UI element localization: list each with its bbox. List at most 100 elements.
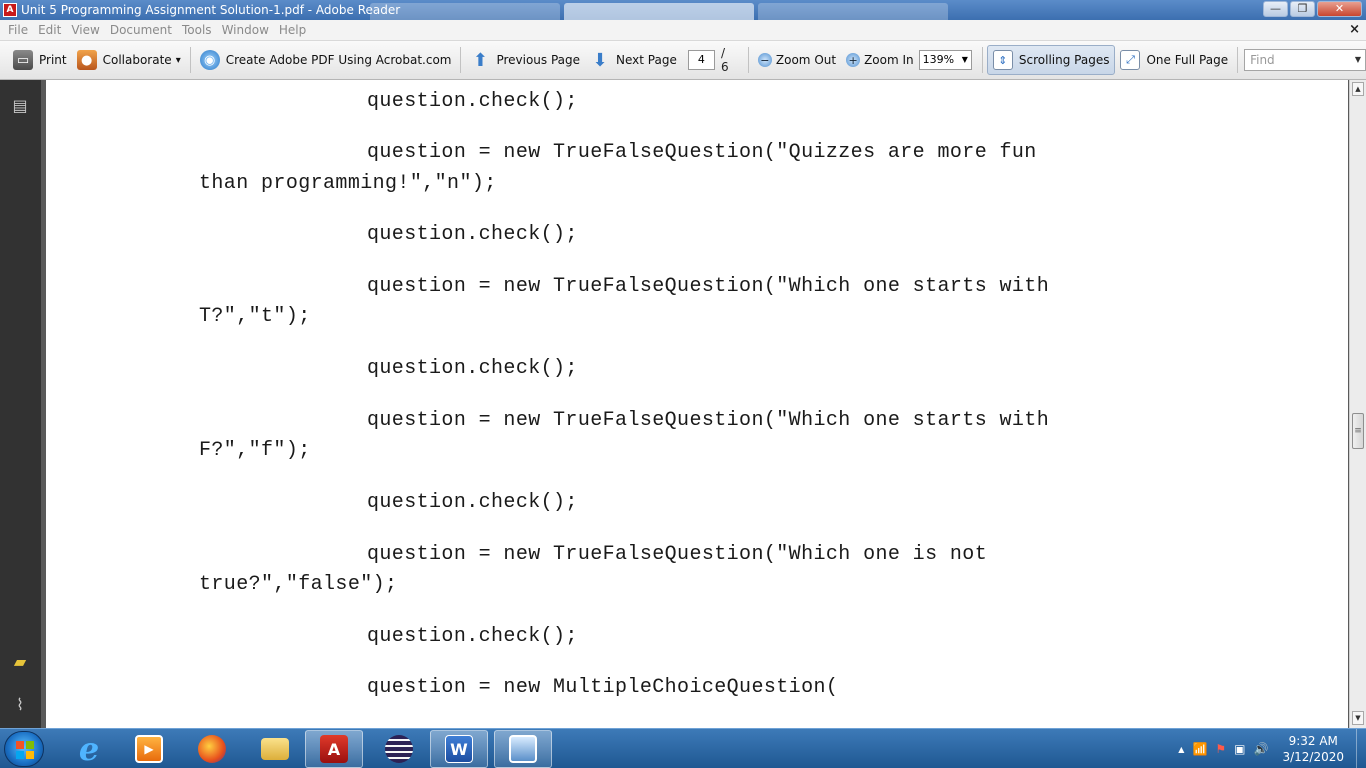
word-icon: W <box>445 735 473 763</box>
one-full-page-icon: ⤢ <box>1120 50 1141 70</box>
page-number-input[interactable]: 4 <box>687 50 715 70</box>
code-line: than programming!","n"); <box>199 172 497 195</box>
scrolling-pages-icon: ⇕ <box>992 50 1013 70</box>
code-line: question = new TrueFalseQuestion("Which … <box>367 275 1050 298</box>
taskbar-eclipse[interactable] <box>370 730 428 768</box>
menu-view[interactable]: View <box>71 23 99 37</box>
action-center-icon[interactable]: ⚑ <box>1215 742 1226 756</box>
window-title: Unit 5 Programming Assignment Solution-1… <box>21 3 401 17</box>
previous-page-button[interactable]: ⬆ Previous Page <box>465 45 585 75</box>
chevron-down-icon: ▾ <box>175 54 181 66</box>
clock[interactable]: 9:32 AM 3/12/2020 <box>1282 733 1344 765</box>
printer-icon: ▭ <box>13 50 33 70</box>
code-line: question = new MultipleChoiceQuestion( <box>367 676 839 699</box>
collaborate-icon: ● <box>76 50 97 70</box>
zoom-out-button[interactable]: − Zoom Out <box>753 45 841 75</box>
code-line: question = new TrueFalseQuestion("Quizze… <box>367 141 1037 164</box>
zoom-in-label: Zoom In <box>864 53 914 67</box>
taskbar-adobe-reader[interactable]: A <box>305 730 363 768</box>
one-full-page-label: One Full Page <box>1146 53 1229 67</box>
zoom-in-button[interactable]: + Zoom In <box>841 45 919 75</box>
windows-logo-icon <box>16 741 34 759</box>
internet-explorer-icon: e <box>78 730 100 768</box>
show-desktop-button[interactable] <box>1356 729 1366 768</box>
taskbar-microsoft-word[interactable]: W <box>430 730 488 768</box>
menu-edit[interactable]: Edit <box>38 23 61 37</box>
window-controls: — ❐ ✕ <box>1263 1 1362 17</box>
folder-icon <box>261 738 289 760</box>
chevron-down-icon: ▼ <box>961 55 968 64</box>
arrow-up-icon: ⬆ <box>472 49 488 71</box>
network-signal-icon[interactable]: 📶 <box>1192 742 1207 756</box>
collaborate-label: Collaborate <box>102 53 172 67</box>
taskbar-image-viewer[interactable] <box>494 730 552 768</box>
zoom-in-icon: + <box>846 53 861 67</box>
comments-icon[interactable]: ▰ <box>10 650 30 672</box>
code-line: question.check(); <box>367 625 578 648</box>
scroll-up-arrow[interactable]: ▲ <box>1352 82 1364 96</box>
create-pdf-button[interactable]: ◉ Create Adobe PDF Using Acrobat.com <box>195 45 457 75</box>
acrobat-com-icon: ◉ <box>199 50 220 70</box>
code-line: question.check(); <box>367 90 578 113</box>
adobe-reader-icon: A <box>320 735 348 763</box>
chevron-down-icon[interactable]: ▼ <box>1355 50 1365 70</box>
clock-date: 3/12/2020 <box>1282 750 1344 764</box>
zoom-level-value: 139% <box>922 53 955 66</box>
toolbar: ▭ Print ● Collaborate ▾ ◉ Create Adobe P… <box>0 41 1366 80</box>
picture-icon <box>509 735 537 763</box>
taskbar-internet-explorer[interactable]: e <box>60 730 118 768</box>
code-line: question.check(); <box>367 223 578 246</box>
start-button[interactable] <box>4 731 44 767</box>
toolbar-divider <box>747 47 749 73</box>
menu-window[interactable]: Window <box>222 23 269 37</box>
code-line: question.check(); <box>367 491 578 514</box>
volume-icon[interactable]: 🔊 <box>1254 742 1269 756</box>
zoom-level-select[interactable]: 139% ▼ <box>918 50 972 70</box>
background-window-tab[interactable] <box>564 3 754 20</box>
power-icon[interactable]: ▣ <box>1234 742 1245 756</box>
vertical-scrollbar[interactable]: ▲ ≡ ▼ <box>1349 80 1366 728</box>
pages-icon[interactable]: ▤ <box>10 94 30 116</box>
clock-time: 9:32 AM <box>1288 734 1338 748</box>
close-document-icon[interactable]: × <box>1349 22 1360 37</box>
next-page-label: Next Page <box>616 53 677 67</box>
background-window-tab[interactable] <box>370 3 560 20</box>
one-full-page-button[interactable]: ⤢ One Full Page <box>1115 45 1233 75</box>
toolbar-divider <box>189 47 191 73</box>
scroll-down-arrow[interactable]: ▼ <box>1352 711 1364 725</box>
menu-tools[interactable]: Tools <box>182 23 212 37</box>
background-window-tab[interactable] <box>758 3 948 20</box>
taskbar-media-player[interactable]: ▶ <box>120 730 178 768</box>
taskbar-firefox[interactable] <box>183 730 241 768</box>
background-windows <box>370 3 948 20</box>
code-line: question.check(); <box>367 357 578 380</box>
collaborate-button[interactable]: ● Collaborate ▾ <box>72 45 186 75</box>
attachment-icon[interactable]: ⌇ <box>10 693 30 715</box>
code-line: T?","t"); <box>199 305 311 328</box>
previous-page-label: Previous Page <box>496 53 581 67</box>
page-total: / 6 <box>720 46 729 74</box>
scrolling-pages-button[interactable]: ⇕ Scrolling Pages <box>986 45 1116 75</box>
minimize-button[interactable]: — <box>1263 1 1288 17</box>
scroll-thumb[interactable]: ≡ <box>1352 413 1364 449</box>
title-bar: A Unit 5 Programming Assignment Solution… <box>0 0 1366 20</box>
taskbar-file-explorer[interactable] <box>246 730 304 768</box>
arrow-down-icon: ⬇ <box>592 49 608 71</box>
find-input[interactable]: Find ▼ <box>1244 49 1366 71</box>
system-tray: ▲ 📶 ⚑ ▣ 🔊 9:32 AM 3/12/2020 <box>1174 729 1366 768</box>
menu-help[interactable]: Help <box>279 23 306 37</box>
close-button[interactable]: ✕ <box>1317 1 1362 17</box>
code-line: question = new TrueFalseQuestion("Which … <box>367 543 988 566</box>
toolbar-divider <box>1237 47 1239 73</box>
print-button[interactable]: ▭ Print <box>8 45 72 75</box>
next-page-button[interactable]: ⬇ Next Page <box>585 45 682 75</box>
code-line: F?","f"); <box>199 439 311 462</box>
document-page: question.check(); question = new TrueFal… <box>46 80 1348 728</box>
zoom-out-label: Zoom Out <box>775 53 837 67</box>
grip-icon: ≡ <box>1354 426 1362 436</box>
show-hidden-icons-icon[interactable]: ▲ <box>1178 745 1184 754</box>
menu-document[interactable]: Document <box>110 23 172 37</box>
menu-file[interactable]: File <box>8 23 28 37</box>
maximize-button[interactable]: ❐ <box>1290 1 1315 17</box>
find-placeholder: Find <box>1250 53 1275 67</box>
